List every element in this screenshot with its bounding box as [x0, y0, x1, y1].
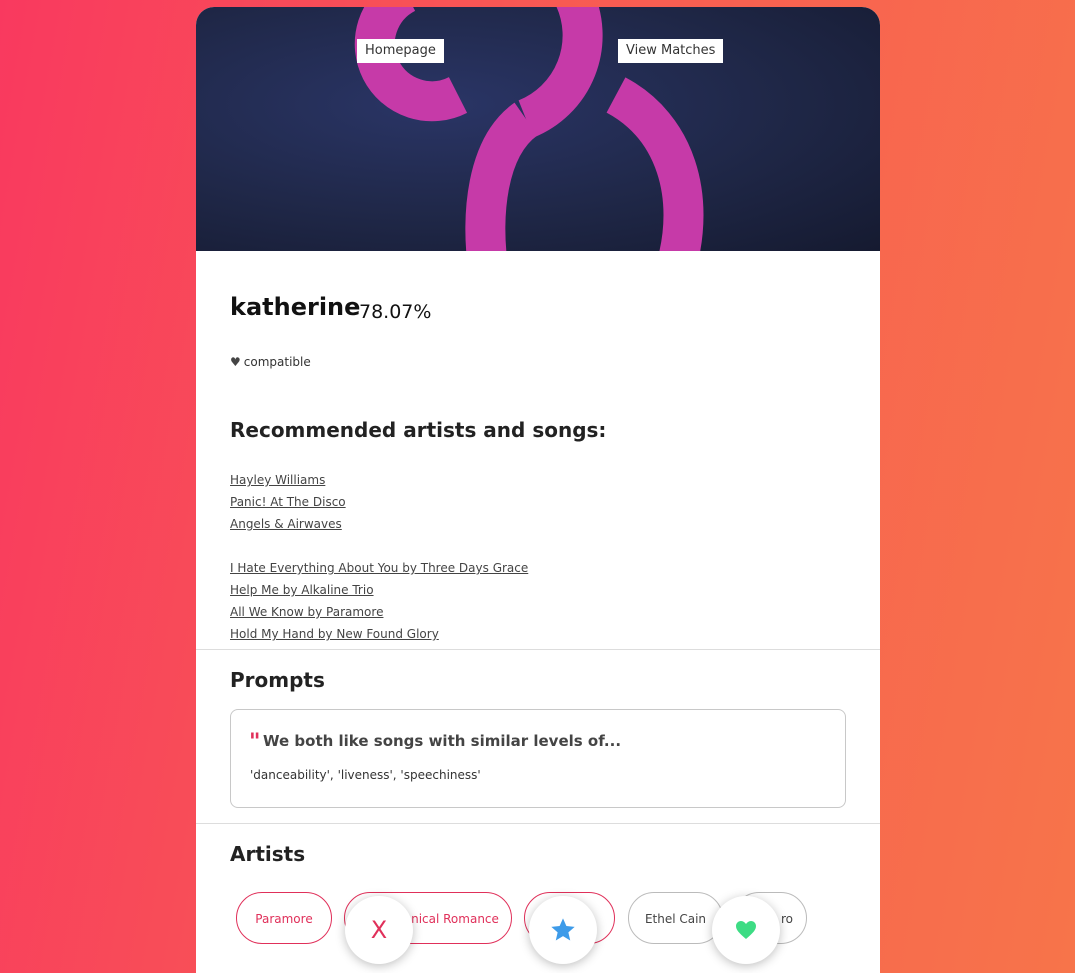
homepage-button[interactable]: Homepage — [357, 39, 444, 63]
artist-chip[interactable]: Paramore — [236, 892, 332, 944]
list-item[interactable]: Angels & Airwaves — [230, 513, 528, 535]
star-icon — [551, 918, 575, 941]
list-item[interactable]: Hayley Williams — [230, 469, 528, 491]
dislike-button[interactable]: X — [345, 896, 413, 964]
artist-chip[interactable]: Ethel Cain — [628, 892, 723, 944]
song-link[interactable]: I Hate Everything About You by Three Day… — [230, 561, 528, 575]
banner-graphic — [354, 7, 704, 251]
recommendations-title: Recommended artists and songs: — [230, 418, 607, 442]
superlike-button[interactable] — [529, 896, 597, 964]
prompt-card: " We both like songs with similar levels… — [230, 709, 846, 808]
list-item[interactable]: Hold My Hand by New Found Glory — [230, 623, 528, 645]
compatibility-label: ♥ compatible — [230, 355, 311, 369]
prompt-answer: 'danceability', 'liveness', 'speechiness… — [250, 768, 481, 782]
profile-card: Homepage View Matches katherine 78.07% ♥… — [196, 7, 880, 973]
banner-arc-right-loop — [605, 77, 704, 251]
artist-link[interactable]: Hayley Williams — [230, 473, 325, 487]
prompt-question: We both like songs with similar levels o… — [263, 732, 622, 750]
profile-banner: Homepage View Matches — [196, 7, 880, 251]
list-item[interactable]: I Hate Everything About You by Three Day… — [230, 557, 528, 579]
list-item[interactable]: Panic! At The Disco — [230, 491, 528, 513]
heart-icon: ♥ — [230, 355, 241, 369]
compatibility-text: compatible — [243, 355, 311, 369]
like-button[interactable] — [712, 896, 780, 964]
compatibility-score: 78.07% — [359, 301, 432, 323]
song-link[interactable]: All We Know by Paramore — [230, 605, 383, 619]
song-link[interactable]: Hold My Hand by New Found Glory — [230, 627, 439, 641]
quote-icon: " — [249, 730, 261, 755]
banner-arc-top-right — [517, 7, 603, 138]
list-item[interactable]: All We Know by Paramore — [230, 601, 528, 623]
x-icon: X — [370, 916, 388, 944]
list-spacer — [230, 535, 528, 557]
artist-link[interactable]: Angels & Airwaves — [230, 517, 342, 531]
section-divider — [196, 823, 880, 824]
section-divider — [196, 649, 880, 650]
profile-name: katherine — [230, 293, 361, 321]
artists-title: Artists — [230, 842, 306, 866]
view-matches-button[interactable]: View Matches — [618, 39, 724, 63]
list-item[interactable]: Help Me by Alkaline Trio — [230, 579, 528, 601]
artist-link[interactable]: Panic! At The Disco — [230, 495, 346, 509]
heart-icon — [736, 921, 756, 939]
recommendations-list: Hayley Williams Panic! At The Disco Ange… — [230, 469, 528, 645]
song-link[interactable]: Help Me by Alkaline Trio — [230, 583, 374, 597]
prompts-title: Prompts — [230, 668, 325, 692]
banner-arc-left-loop — [465, 102, 539, 251]
